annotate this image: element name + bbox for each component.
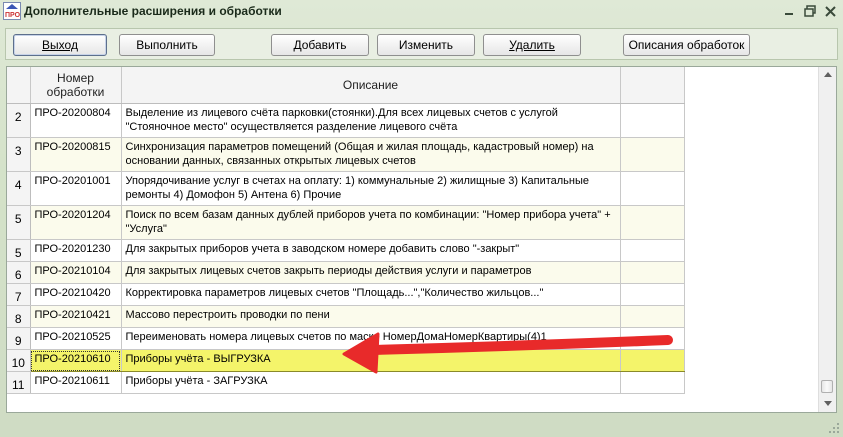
- cell-extra[interactable]: [620, 261, 685, 284]
- row-number[interactable]: 8: [7, 305, 31, 328]
- cell-description[interactable]: Выделение из лицевого счёта парковки(сто…: [121, 103, 621, 138]
- table-row[interactable]: 8 ПРО-20210421 Массово перестроить проводк…: [7, 305, 685, 328]
- vertical-scrollbar[interactable]: [818, 67, 836, 412]
- column-header-description[interactable]: Описание: [121, 67, 621, 104]
- cell-description[interactable]: Синхронизация параметров помещений (Обща…: [121, 137, 621, 172]
- table-row[interactable]: 5 ПРО-20201230 Для закрытых приборов учета…: [7, 239, 685, 262]
- cell-number[interactable]: ПРО-20201230: [30, 239, 122, 262]
- table-row[interactable]: 10 ПРО-20210610 Приборы учёта - ВЫГРУЗКА: [7, 349, 685, 372]
- row-number[interactable]: 4: [7, 171, 31, 206]
- resize-grip-icon[interactable]: [828, 422, 840, 434]
- row-number[interactable]: 10: [7, 349, 31, 372]
- table-header: Номер обработки Описание: [7, 67, 685, 104]
- edit-button[interactable]: Изменить: [377, 34, 475, 56]
- table-row[interactable]: 7 ПРО-20210420 Корректировка параметров ли…: [7, 283, 685, 306]
- cell-description[interactable]: Приборы учёта - ВЫГРУЗКА: [121, 349, 621, 372]
- row-number[interactable]: 2: [7, 103, 31, 138]
- cell-number[interactable]: ПРО-20210104: [30, 261, 122, 284]
- cell-description[interactable]: Переименовать номера лицевых счетов по м…: [121, 327, 621, 350]
- cell-number[interactable]: ПРО-20210611: [30, 371, 122, 394]
- row-number-header: [7, 67, 31, 104]
- table-row[interactable]: 5 ПРО-20201204 Поиск по всем базам данных …: [7, 205, 685, 240]
- cell-description[interactable]: Поиск по всем базам данных дублей прибор…: [121, 205, 621, 240]
- restore-icon[interactable]: [802, 3, 818, 19]
- exit-button[interactable]: Выход: [13, 34, 107, 56]
- cell-extra[interactable]: [620, 305, 685, 328]
- column-header-number[interactable]: Номер обработки: [30, 67, 122, 104]
- row-number[interactable]: 5: [7, 205, 31, 240]
- table-row[interactable]: 11 ПРО-20210611 Приборы учёта - ЗАГРУЗКА: [7, 371, 685, 394]
- close-icon[interactable]: [822, 3, 838, 19]
- row-number[interactable]: 6: [7, 261, 31, 284]
- cell-description[interactable]: Для закрытых лицевых счетов закрыть пери…: [121, 261, 621, 284]
- scrollbar-thumb[interactable]: [821, 380, 833, 393]
- cell-description[interactable]: Корректировка параметров лицевых счетов …: [121, 283, 621, 306]
- row-number[interactable]: 11: [7, 371, 31, 394]
- cell-number[interactable]: ПРО-20200804: [30, 103, 122, 138]
- window-title: Дополнительные расширения и обработки: [24, 4, 282, 18]
- cell-description[interactable]: Упорядочивание услуг в счетах на оплату:…: [121, 171, 621, 206]
- app-logo-icon: ПРО: [3, 2, 21, 20]
- add-button[interactable]: Добавить: [271, 34, 369, 56]
- title-bar: ПРО Дополнительные расширения и обработк…: [0, 0, 843, 24]
- window: ПРО Дополнительные расширения и обработк…: [0, 0, 843, 437]
- cell-extra[interactable]: [620, 205, 685, 240]
- cell-number[interactable]: ПРО-20210610: [30, 349, 122, 372]
- cell-extra[interactable]: [620, 239, 685, 262]
- table-row[interactable]: 3 ПРО-20200815 Синхронизация параметров по…: [7, 137, 685, 172]
- cell-number[interactable]: ПРО-20201001: [30, 171, 122, 206]
- cell-extra[interactable]: [620, 137, 685, 172]
- cell-number[interactable]: ПРО-20201204: [30, 205, 122, 240]
- row-number[interactable]: 7: [7, 283, 31, 306]
- scroll-down-icon[interactable]: [820, 396, 835, 411]
- cell-description[interactable]: Массово перестроить проводки по пени: [121, 305, 621, 328]
- toolbar: Выход Выполнить Добавить Изменить Удалит…: [5, 28, 838, 60]
- cell-description[interactable]: Для закрытых приборов учета в заводском …: [121, 239, 621, 262]
- scroll-up-icon[interactable]: [820, 67, 835, 82]
- run-button[interactable]: Выполнить: [119, 34, 215, 56]
- minimize-icon[interactable]: [781, 3, 797, 19]
- descriptions-button[interactable]: Описания обработок: [623, 34, 750, 56]
- column-header-extra[interactable]: [620, 67, 685, 104]
- cell-extra[interactable]: [620, 283, 685, 306]
- cell-number[interactable]: ПРО-20210420: [30, 283, 122, 306]
- cell-number[interactable]: ПРО-20210421: [30, 305, 122, 328]
- table-row[interactable]: 9 ПРО-20210525 Переименовать номера лицевы…: [7, 327, 685, 350]
- row-number[interactable]: 9: [7, 327, 31, 350]
- cell-number[interactable]: ПРО-20210525: [30, 327, 122, 350]
- cell-extra[interactable]: [620, 171, 685, 206]
- row-number[interactable]: 5: [7, 239, 31, 262]
- extensions-table[interactable]: Номер обработки Описание 2 ПРО-20200804 Вы…: [6, 66, 837, 413]
- cell-extra[interactable]: [620, 349, 685, 372]
- cell-extra[interactable]: [620, 371, 685, 394]
- cell-description[interactable]: Приборы учёта - ЗАГРУЗКА: [121, 371, 621, 394]
- table-row[interactable]: 2 ПРО-20200804 Выделение из лицевого счёта…: [7, 103, 685, 138]
- table: Номер обработки Описание 2 ПРО-20200804 Вы…: [7, 67, 685, 394]
- cell-extra[interactable]: [620, 103, 685, 138]
- cell-number[interactable]: ПРО-20200815: [30, 137, 122, 172]
- row-number[interactable]: 3: [7, 137, 31, 172]
- cell-extra[interactable]: [620, 327, 685, 350]
- delete-button[interactable]: Удалить: [483, 34, 581, 56]
- table-row[interactable]: 4 ПРО-20201001 Упорядочивание услуг в счет…: [7, 171, 685, 206]
- table-row[interactable]: 6 ПРО-20210104 Для закрытых лицевых счетов…: [7, 261, 685, 284]
